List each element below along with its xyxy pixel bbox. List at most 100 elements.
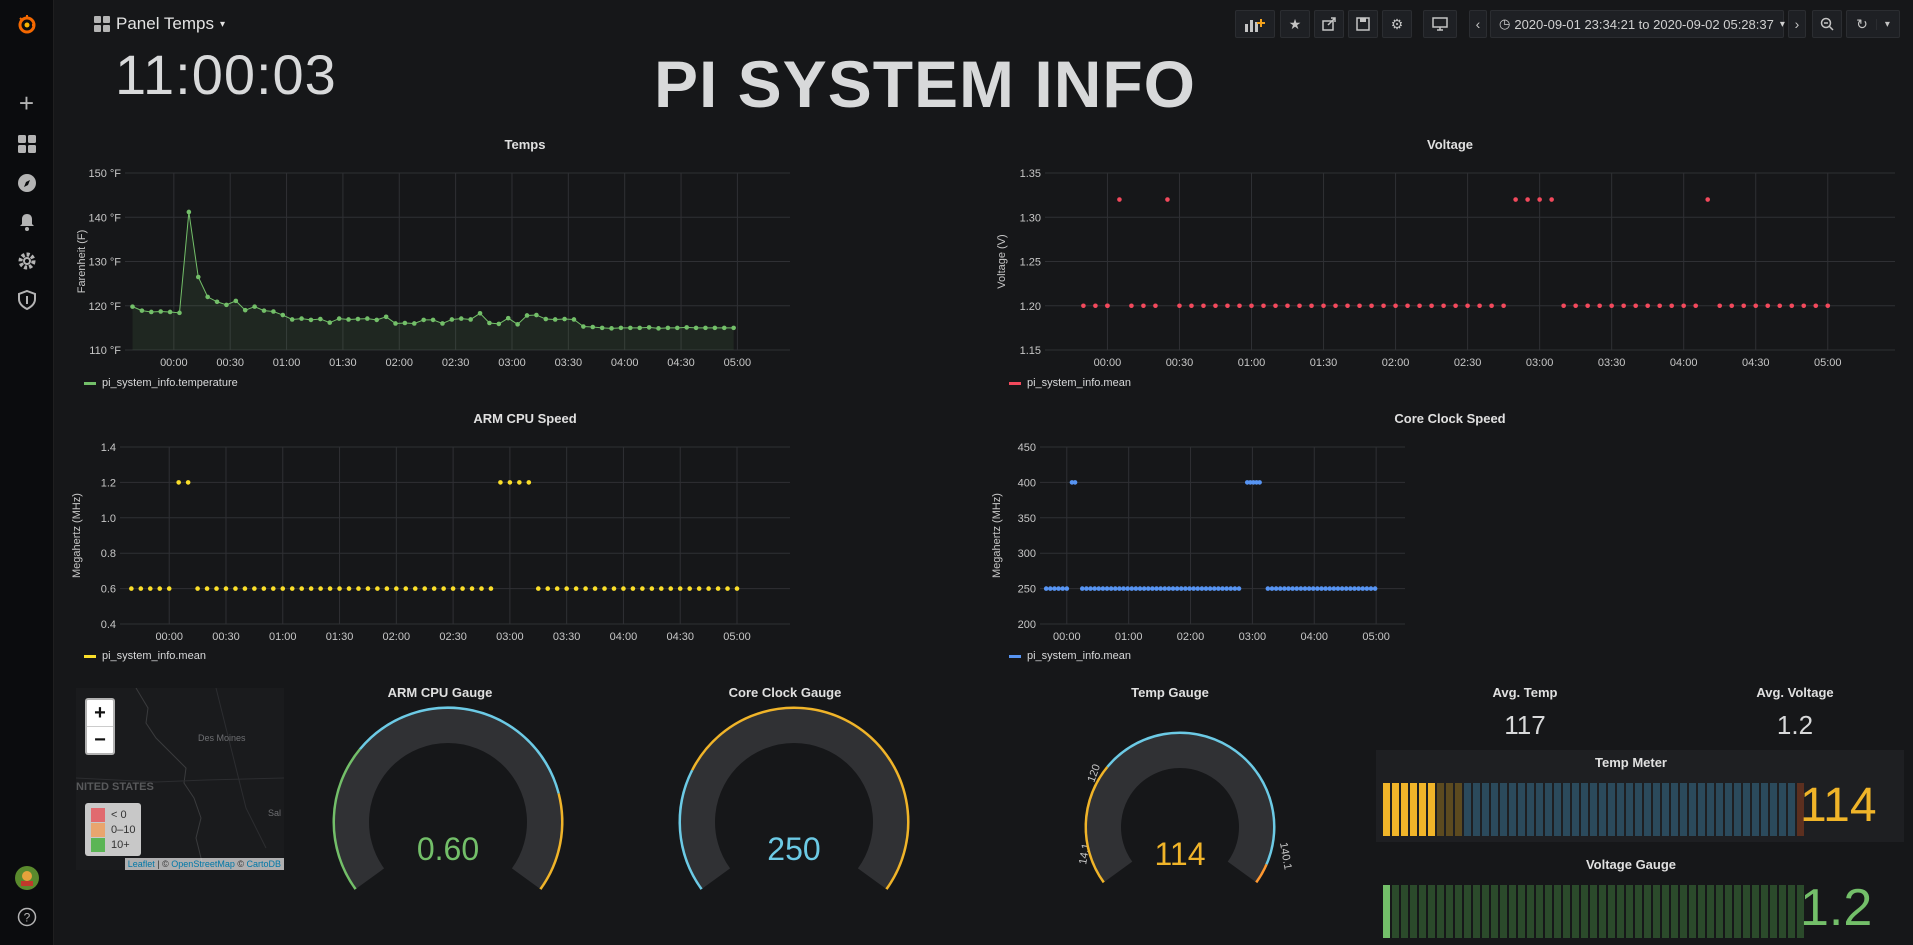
time-range-label: 2020-09-01 23:34:21 to 2020-09-02 05:28:…	[1514, 16, 1774, 32]
data-point	[1294, 586, 1300, 591]
x-tick-label: 03:30	[1598, 357, 1626, 369]
bar-gauge-cell	[1509, 783, 1516, 836]
map-zoom-out-button[interactable]: −	[87, 726, 113, 753]
data-point	[665, 325, 671, 331]
configuration-gear-icon[interactable]	[14, 248, 39, 273]
data-point	[411, 321, 417, 326]
gear-icon: ⚙	[1390, 15, 1404, 32]
add-panel-button[interactable]	[1235, 10, 1275, 38]
star-button[interactable]: ★	[1280, 10, 1310, 38]
create-plus-icon[interactable]: +	[14, 88, 39, 118]
openstreetmap-link[interactable]: OpenStreetMap	[171, 859, 235, 869]
bar-gauge-cell	[1635, 885, 1642, 938]
bar-gauge-cell	[1698, 783, 1705, 836]
data-point	[1048, 586, 1053, 591]
data-point	[1429, 303, 1434, 309]
data-point	[505, 315, 511, 321]
bar-gauge-cell	[1428, 885, 1435, 938]
voltage-gauge-title: Voltage Gauge	[1585, 857, 1677, 872]
data-point	[233, 586, 238, 591]
bar-gauge-cell	[1536, 885, 1543, 938]
temps-legend[interactable]: pi_system_info.temperature	[84, 377, 238, 389]
data-point	[289, 317, 295, 322]
gauge-fill	[715, 877, 716, 879]
data-point	[383, 314, 389, 320]
data-point	[186, 209, 192, 215]
cycle-view-mode-button[interactable]	[1423, 10, 1457, 38]
voltage-legend[interactable]: pi_system_info.mean	[1009, 377, 1131, 389]
data-point	[1261, 303, 1266, 309]
caret-down-icon: ▾	[219, 18, 225, 30]
bar-gauge-cell	[1509, 885, 1516, 938]
map-country-label: NITED STATES	[76, 781, 154, 793]
x-tick-label: 05:00	[1814, 357, 1842, 369]
data-point	[261, 308, 267, 313]
data-point	[1211, 586, 1217, 591]
save-button[interactable]	[1348, 10, 1378, 38]
user-avatar-icon[interactable]	[14, 865, 39, 890]
alerting-bell-icon[interactable]	[14, 209, 39, 234]
zoom-out-time-button[interactable]	[1812, 10, 1842, 38]
data-point	[1765, 303, 1771, 309]
data-point	[1319, 586, 1324, 591]
bar-gauge-cell	[1716, 783, 1723, 836]
temp-gauge: 120 14.1 140.1 114	[1077, 731, 1294, 884]
bar-gauge-cell	[1617, 783, 1624, 836]
data-point	[130, 304, 135, 309]
settings-button[interactable]: ⚙	[1382, 10, 1412, 38]
bar-gauge-cell	[1554, 885, 1561, 938]
data-point	[646, 325, 652, 330]
share-button[interactable]	[1314, 10, 1344, 38]
data-point	[157, 586, 163, 591]
help-icon[interactable]: ?	[14, 904, 39, 929]
bar-gauge-cell	[1644, 885, 1651, 938]
avg-voltage-title: Avg. Voltage	[1756, 685, 1834, 700]
y-axis-label: Megahertz (MHz)	[71, 493, 83, 578]
temps-panel-title: Temps	[504, 137, 546, 152]
data-point	[1286, 586, 1291, 591]
data-point	[1137, 586, 1143, 591]
bar-gauge-cell	[1392, 783, 1399, 836]
data-point	[479, 586, 484, 591]
legend-swatch	[84, 654, 96, 658]
map-zoom-in-button[interactable]: +	[87, 700, 113, 726]
gauge-value: 0.60	[417, 831, 479, 867]
data-point	[1158, 586, 1163, 591]
data-point	[1277, 586, 1283, 591]
data-point	[1645, 303, 1650, 309]
cartodb-link[interactable]: CartoDB	[246, 859, 281, 869]
core-legend[interactable]: pi_system_info.mean	[1009, 650, 1131, 662]
data-point	[242, 307, 248, 313]
data-point	[1125, 586, 1130, 591]
worldmap-panel[interactable]: Des Moines NITED STATES Sal + − < 0 0–10…	[76, 688, 284, 870]
refresh-button[interactable]: ↻ ▾	[1846, 10, 1900, 38]
leaflet-link[interactable]: Leaflet	[128, 859, 155, 869]
x-tick-label: 03:00	[1526, 357, 1554, 369]
grafana-logo-icon[interactable]	[14, 12, 39, 37]
server-admin-shield-icon[interactable]	[14, 287, 39, 312]
data-point	[1220, 586, 1225, 591]
y-tick-label: 1.35	[1020, 168, 1041, 180]
bar-gauge-cell	[1419, 885, 1426, 938]
data-point	[147, 586, 153, 591]
map-attribution: Leaflet | © OpenStreetMap © CartoDB	[124, 858, 284, 870]
explore-compass-icon[interactable]	[14, 170, 39, 195]
bar-gauge-cell	[1554, 783, 1561, 836]
data-point	[327, 586, 333, 591]
data-point	[1162, 586, 1168, 591]
bar-gauge-cell	[1500, 885, 1507, 938]
x-tick-label: 05:00	[724, 357, 752, 369]
core-clock-graph: 200 250 300 350 400 450 00:00 01:00 02:00 03:00 04…	[991, 442, 1405, 643]
dashboard-title[interactable]: Panel Temps ▾	[94, 14, 225, 34]
time-picker-button[interactable]: ◷ 2020-09-01 23:34:21 to 2020-09-02 05:2…	[1490, 10, 1785, 38]
data-point	[1100, 586, 1106, 591]
time-back-button[interactable]: ‹	[1469, 10, 1487, 38]
gauge-fill	[1117, 869, 1119, 872]
data-point	[1145, 586, 1151, 591]
gauge-fill	[367, 874, 370, 878]
time-forward-button[interactable]: ›	[1788, 10, 1806, 38]
bar-gauge-cell	[1401, 885, 1408, 938]
data-point	[545, 586, 551, 591]
arm-legend[interactable]: pi_system_info.mean	[84, 650, 206, 662]
dashboards-icon[interactable]	[14, 131, 39, 156]
